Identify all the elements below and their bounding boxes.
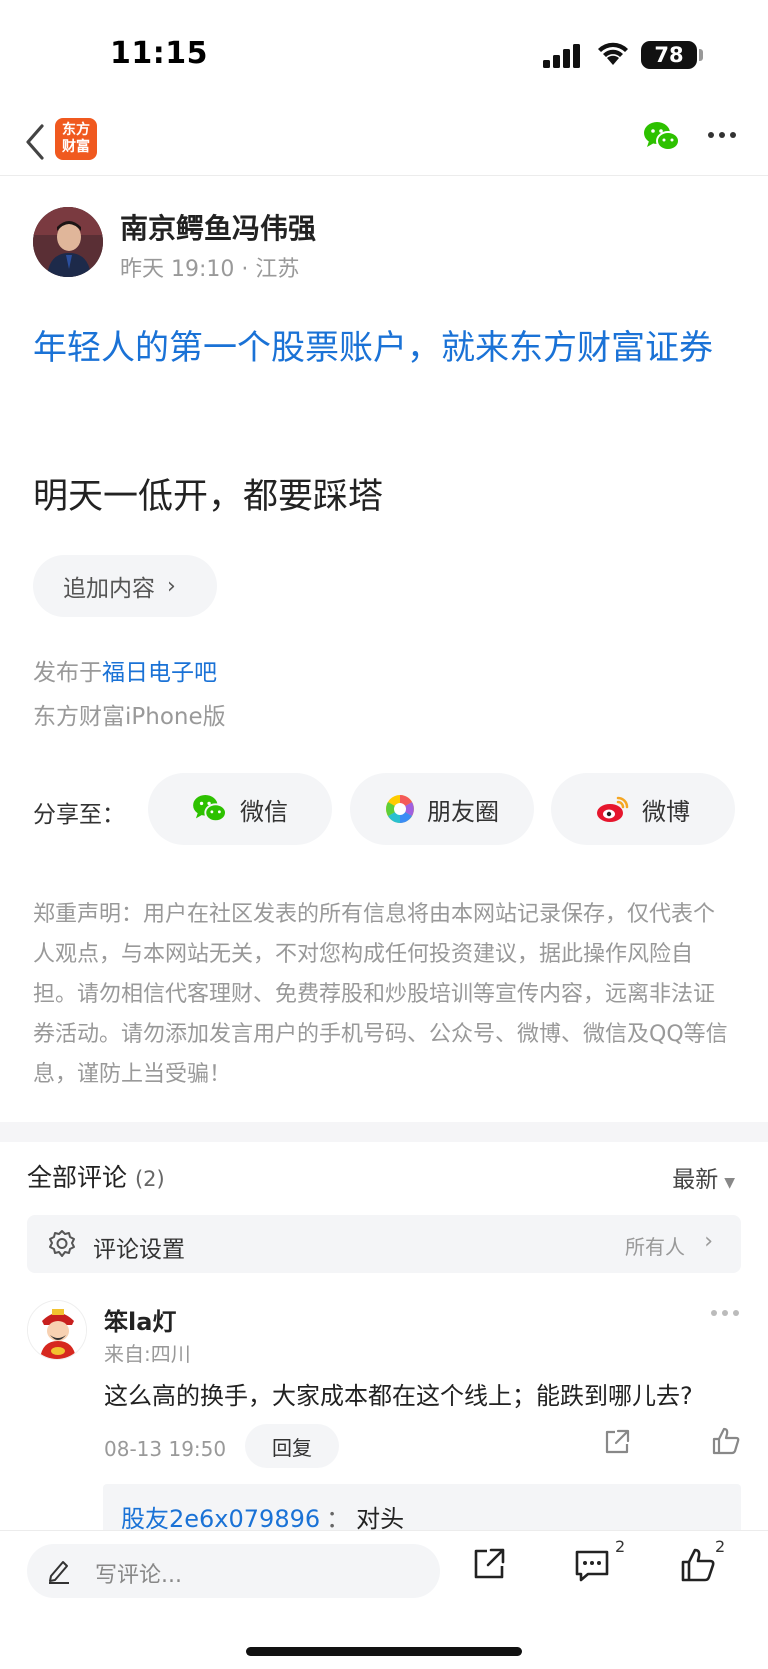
- write-comment-input[interactable]: 写评论...: [27, 1544, 440, 1598]
- comment-bubble-icon[interactable]: [574, 1547, 610, 1583]
- board-link[interactable]: 福日电子吧: [102, 660, 217, 686]
- author-header: 南京鳄鱼冯伟强 昨天 19:10 · 江苏: [33, 207, 733, 282]
- thumbs-up-icon[interactable]: [711, 1426, 741, 1456]
- bottom-bar: 写评论... 2 2: [0, 1530, 768, 1669]
- published-in: 发布于福日电子吧: [33, 653, 217, 687]
- commenter-name[interactable]: 笨la灯: [104, 1302, 176, 1337]
- post-meta: 昨天 19:10 · 江苏: [120, 257, 300, 282]
- reply-text: 对头: [356, 1505, 405, 1533]
- comments-header: 全部评论 (2): [27, 1158, 165, 1194]
- chevron-right-icon: ›: [167, 573, 176, 599]
- home-indicator: [246, 1647, 522, 1656]
- comments-count: (2): [134, 1167, 165, 1191]
- weibo-icon: [597, 796, 629, 822]
- comment-text: 这么高的换手，大家成本都在这个线上；能跌到哪儿去?: [104, 1382, 693, 1410]
- share-moments-label: 朋友圈: [427, 797, 499, 826]
- append-content-label: 追加内容: [63, 576, 155, 602]
- author-avatar[interactable]: [33, 207, 103, 277]
- commenter-avatar[interactable]: [27, 1300, 87, 1360]
- promo-link[interactable]: 年轻人的第一个股票账户，就来东方财富证券: [33, 322, 738, 375]
- reply-button[interactable]: 回复: [245, 1424, 339, 1468]
- share-icon[interactable]: [472, 1547, 506, 1581]
- chevron-right-icon: ›: [704, 1229, 713, 1254]
- nav-bar: 东方 财富: [0, 110, 768, 176]
- gear-icon: [49, 1230, 75, 1257]
- moments-icon: [386, 795, 414, 823]
- post-body: 明天一低开，都要踩塔: [33, 477, 384, 517]
- comments-title: 全部评论: [27, 1163, 128, 1192]
- reply-separator: ：: [326, 1505, 351, 1533]
- thumbs-up-icon[interactable]: [680, 1547, 716, 1583]
- append-content-button[interactable]: 追加内容 ›: [33, 555, 217, 617]
- comment-more-icon[interactable]: [711, 1310, 741, 1318]
- status-bar: 11:15 78: [0, 0, 768, 110]
- pencil-icon: [49, 1561, 69, 1584]
- wechat-icon: [193, 794, 227, 823]
- share-moments-button[interactable]: 朋友圈: [350, 773, 534, 845]
- comment-count-badge: 2: [615, 1537, 626, 1556]
- cellular-signal-icon: [543, 44, 580, 68]
- battery-cap: [699, 49, 703, 61]
- section-divider: [0, 1122, 768, 1142]
- wechat-share-icon[interactable]: [643, 121, 681, 153]
- logo-text-line1: 东方: [62, 122, 90, 138]
- battery-icon: 78: [641, 41, 697, 69]
- comment-settings-value: 所有人: [625, 1235, 685, 1259]
- like-count-badge: 2: [715, 1537, 726, 1556]
- share-label: 分享至：: [33, 802, 125, 828]
- back-chevron-icon[interactable]: [22, 120, 50, 164]
- published-prefix: 发布于: [33, 660, 102, 686]
- commenter-location: 来自:四川: [104, 1342, 191, 1366]
- sort-dropdown[interactable]: 最新 ▼: [672, 1160, 735, 1194]
- share-weibo-button[interactable]: 微博: [551, 773, 735, 845]
- reply-user[interactable]: 股友2e6x079896: [121, 1505, 320, 1533]
- share-wechat-button[interactable]: 微信: [148, 773, 332, 845]
- disclaimer: 郑重声明：用户在社区发表的所有信息将由本网站记录保存，仅代表个人观点，与本网站无…: [33, 902, 728, 1087]
- post-platform: 东方财富iPhone版: [33, 704, 226, 730]
- caret-down-icon: ▼: [724, 1175, 735, 1191]
- write-comment-placeholder: 写评论...: [95, 1563, 182, 1588]
- comment-settings-label: 评论设置: [93, 1237, 185, 1263]
- author-name[interactable]: 南京鳄鱼冯伟强: [120, 207, 316, 247]
- status-time: 11:15: [110, 36, 208, 71]
- more-options-icon[interactable]: [708, 132, 738, 142]
- share-weibo-label: 微博: [642, 797, 690, 826]
- share-icon[interactable]: [603, 1428, 631, 1456]
- share-wechat-label: 微信: [240, 797, 288, 826]
- logo-text-line2: 财富: [62, 139, 90, 155]
- comment-time: 08-13 19:50: [104, 1437, 227, 1461]
- app-logo[interactable]: 东方 财富: [55, 118, 97, 160]
- comment-settings-row[interactable]: 评论设置 所有人 ›: [27, 1215, 741, 1273]
- sort-label: 最新: [672, 1167, 719, 1193]
- wifi-icon: [598, 42, 628, 65]
